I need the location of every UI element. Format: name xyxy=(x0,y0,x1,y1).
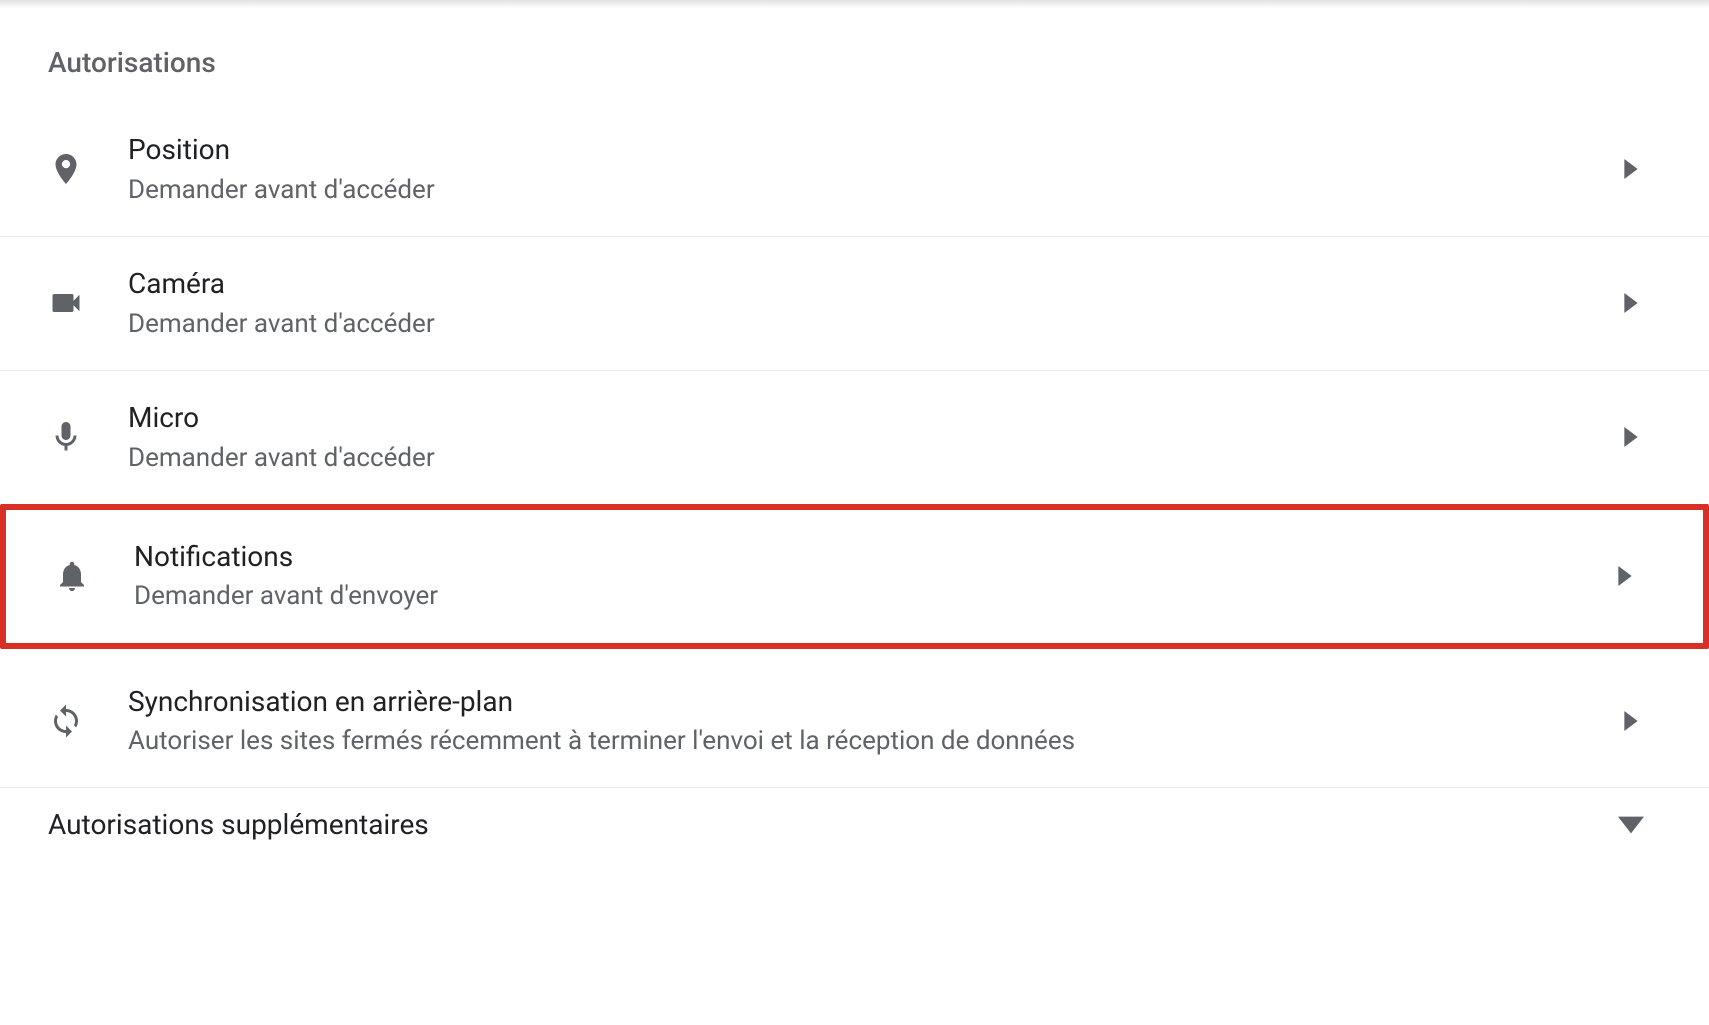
permissions-section: Autorisations Position Demander avant d'… xyxy=(0,8,1709,847)
camera-icon xyxy=(48,285,128,321)
chevron-right-icon xyxy=(1601,427,1661,447)
additional-permissions-expander[interactable]: Autorisations supplémentaires xyxy=(0,788,1709,847)
permission-text: Synchronisation en arrière-plan Autorise… xyxy=(128,683,1601,760)
location-icon xyxy=(48,151,128,187)
permission-row-camera[interactable]: Caméra Demander avant d'accéder xyxy=(0,237,1709,371)
highlight-box-notifications: Notifications Demander avant d'envoyer xyxy=(0,504,1709,649)
permission-subtitle: Demander avant d'accéder xyxy=(128,173,1601,208)
permission-title: Position xyxy=(128,131,1601,169)
permission-text: Position Demander avant d'accéder xyxy=(128,131,1601,208)
bell-icon xyxy=(54,558,134,594)
permission-subtitle: Autoriser les sites fermés récemment à t… xyxy=(128,724,1601,759)
sync-icon xyxy=(48,703,128,739)
chevron-right-icon xyxy=(1595,566,1655,586)
permission-title: Notifications xyxy=(134,538,1595,576)
section-title-permissions: Autorisations xyxy=(0,8,1709,103)
chevron-down-icon xyxy=(1601,816,1661,834)
permission-row-notifications[interactable]: Notifications Demander avant d'envoyer xyxy=(6,510,1703,643)
permission-row-microphone[interactable]: Micro Demander avant d'accéder xyxy=(0,371,1709,504)
permission-row-background-sync[interactable]: Synchronisation en arrière-plan Autorise… xyxy=(0,655,1709,789)
settings-page: Autorisations Position Demander avant d'… xyxy=(0,0,1709,1025)
top-shadow xyxy=(0,0,1709,8)
permission-text: Micro Demander avant d'accéder xyxy=(128,399,1601,476)
microphone-icon xyxy=(48,419,128,455)
permission-text: Notifications Demander avant d'envoyer xyxy=(134,538,1595,615)
permission-subtitle: Demander avant d'accéder xyxy=(128,307,1601,342)
additional-permissions-label: Autorisations supplémentaires xyxy=(48,808,1601,841)
permission-text: Caméra Demander avant d'accéder xyxy=(128,265,1601,342)
permission-subtitle: Demander avant d'accéder xyxy=(128,441,1601,476)
permission-title: Synchronisation en arrière-plan xyxy=(128,683,1601,721)
permission-title: Micro xyxy=(128,399,1601,437)
chevron-right-icon xyxy=(1601,159,1661,179)
permission-subtitle: Demander avant d'envoyer xyxy=(134,579,1595,614)
permission-title: Caméra xyxy=(128,265,1601,303)
chevron-right-icon xyxy=(1601,711,1661,731)
permission-row-location[interactable]: Position Demander avant d'accéder xyxy=(0,103,1709,237)
chevron-right-icon xyxy=(1601,293,1661,313)
